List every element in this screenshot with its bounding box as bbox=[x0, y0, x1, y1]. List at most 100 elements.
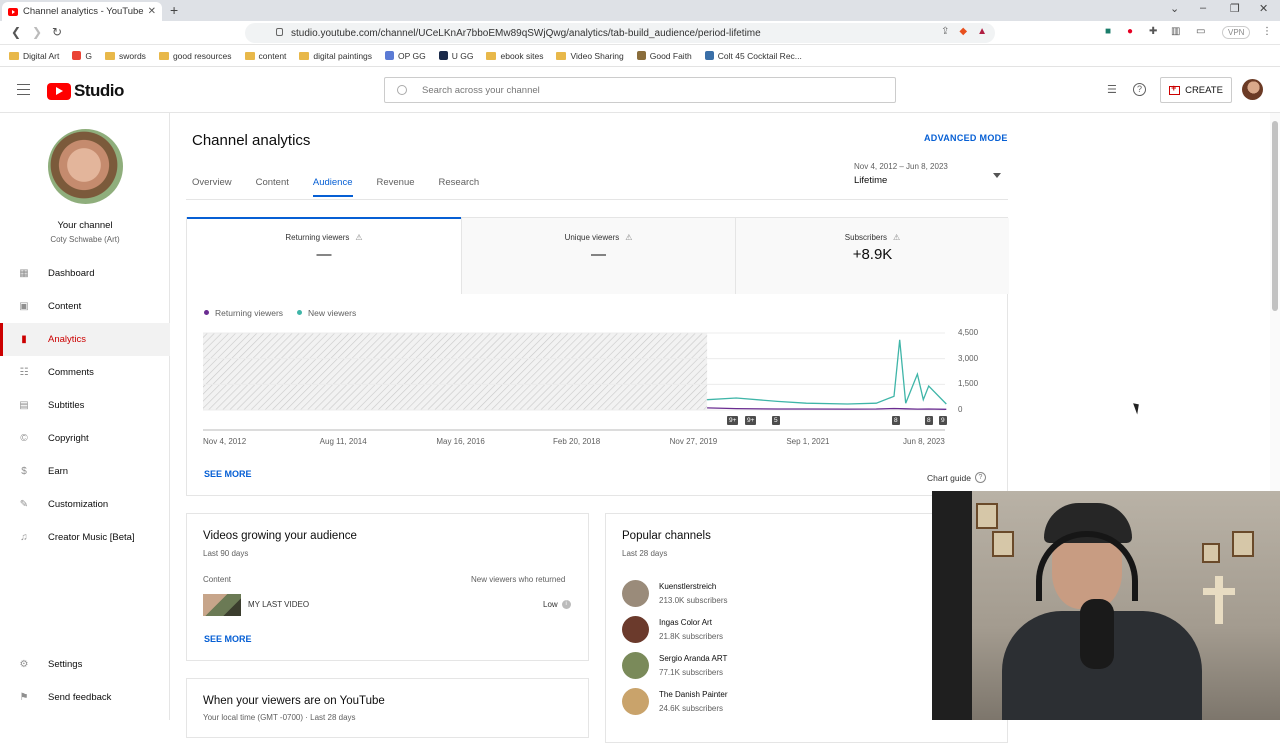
sidebar-item-customization[interactable]: ✎ Customization bbox=[0, 488, 170, 521]
channel-avatar[interactable] bbox=[48, 129, 123, 204]
bookmark-item[interactable]: G bbox=[72, 51, 92, 61]
bookmark-item[interactable]: U GG bbox=[438, 51, 473, 61]
tab-audience[interactable]: Audience bbox=[312, 177, 353, 197]
sidebar-item-send-feedback[interactable]: ⚑ Send feedback bbox=[0, 681, 170, 714]
tab-close-icon[interactable]: ✕ bbox=[148, 6, 156, 17]
back-icon[interactable]: ❮ bbox=[11, 25, 21, 39]
chart-video-marker[interactable]: 9+ bbox=[745, 416, 757, 425]
help-icon[interactable]: ? bbox=[1133, 83, 1146, 96]
sidebar-item-label: Creator Music [Beta] bbox=[48, 532, 135, 543]
forward-icon[interactable]: ❯ bbox=[32, 25, 42, 39]
chevron-down-icon[interactable]: ⌄ bbox=[1170, 2, 1179, 15]
studio-logo-text: Studio bbox=[74, 81, 124, 100]
menu-icon[interactable]: ⋮ bbox=[1262, 26, 1272, 37]
restore-icon[interactable]: ❐ bbox=[1230, 2, 1240, 15]
bookmark-item[interactable]: ebook sites bbox=[486, 51, 543, 61]
chart-video-marker[interactable]: 5 bbox=[772, 416, 780, 425]
vpn-button[interactable]: VPN bbox=[1222, 26, 1251, 39]
chart-guide-link[interactable]: Chart guide ? bbox=[927, 472, 986, 483]
channel-avatar bbox=[622, 688, 649, 715]
sidebar-item-settings[interactable]: ⚙ Settings bbox=[0, 648, 170, 681]
chart-x-tick-label: Nov 4, 2012 bbox=[203, 437, 247, 446]
comments-icon: ☷ bbox=[19, 367, 29, 378]
legend-item-returning[interactable]: Returning viewers bbox=[204, 308, 283, 318]
channel-name: The Danish Painter bbox=[659, 690, 728, 699]
bookmark-item[interactable]: Digital Art bbox=[9, 51, 59, 61]
page-title: Channel analytics bbox=[192, 132, 311, 149]
info-icon[interactable]: i bbox=[561, 600, 571, 609]
audience-line-chart[interactable] bbox=[200, 326, 960, 436]
metric-returning-viewers[interactable]: Returning viewers ⚠ — bbox=[187, 217, 461, 294]
bookmark-item[interactable]: OP GG bbox=[385, 51, 426, 61]
video-title[interactable]: MY LAST VIDEO bbox=[248, 600, 309, 609]
column-header-content: Content bbox=[203, 575, 232, 584]
share-icon[interactable]: ⇪ bbox=[941, 26, 949, 37]
wallet-icon[interactable]: ▭ bbox=[1196, 26, 1205, 37]
metric-subscribers[interactable]: Subscribers ⚠ +8.9K bbox=[735, 218, 1009, 294]
sidebar-item-earn[interactable]: $ Earn bbox=[0, 455, 170, 488]
metric-unique-viewers[interactable]: Unique viewers ⚠ — bbox=[461, 218, 735, 294]
brave-rewards-icon[interactable]: ▲ bbox=[977, 26, 987, 37]
advanced-mode-link[interactable]: ADVANCED MODE bbox=[924, 133, 1008, 143]
tab-content[interactable]: Content bbox=[256, 177, 289, 197]
minimize-icon[interactable]: – bbox=[1200, 2, 1206, 14]
video-thumbnail[interactable] bbox=[203, 594, 241, 616]
webcam-wall-frame bbox=[976, 503, 998, 529]
bookmark-item[interactable]: Good Faith bbox=[636, 51, 692, 61]
account-avatar[interactable] bbox=[1242, 79, 1263, 100]
hamburger-menu-icon[interactable] bbox=[17, 84, 30, 95]
legend-label: Returning viewers bbox=[215, 308, 284, 318]
legend-item-new[interactable]: New viewers bbox=[297, 308, 356, 318]
chart-video-marker[interactable]: 8 bbox=[925, 416, 933, 425]
sidebar-item-label: Copyright bbox=[48, 433, 89, 444]
video-metric-value: Low i bbox=[543, 600, 571, 609]
studio-logo[interactable]: Studio bbox=[47, 81, 124, 101]
puzzle-icon[interactable]: ✚ bbox=[1149, 26, 1157, 37]
brave-shield-icon[interactable]: ◆ bbox=[959, 26, 967, 37]
window-close-icon[interactable]: ✕ bbox=[1259, 2, 1268, 15]
tab-revenue[interactable]: Revenue bbox=[377, 177, 415, 197]
bookmark-item[interactable]: swords bbox=[105, 51, 146, 61]
search-input[interactable]: Search across your channel bbox=[384, 77, 896, 103]
see-more-link[interactable]: SEE MORE bbox=[204, 634, 252, 644]
youtube-favicon-icon bbox=[8, 7, 18, 16]
sidebar-item-comments[interactable]: ☷ Comments bbox=[0, 356, 170, 389]
viewers-on-youtube-card bbox=[186, 678, 589, 738]
sidebar-item-copyright[interactable]: © Copyright bbox=[0, 422, 170, 455]
bookmark-item[interactable]: good resources bbox=[158, 51, 232, 61]
sidebar-item-content[interactable]: ▣ Content bbox=[0, 290, 170, 323]
bookmark-item[interactable]: digital paintings bbox=[299, 51, 372, 61]
chart-video-marker[interactable]: 9+ bbox=[727, 416, 739, 425]
feedback-icon[interactable]: ☰ bbox=[1107, 83, 1120, 96]
metric-value: — bbox=[316, 246, 332, 263]
sidebar-icon[interactable]: ▥ bbox=[1171, 26, 1180, 37]
chart-video-marker[interactable]: 8 bbox=[892, 416, 900, 425]
scrollbar-thumb[interactable] bbox=[1272, 121, 1278, 311]
mouse-cursor-icon bbox=[1133, 401, 1142, 415]
bookmark-item[interactable]: content bbox=[244, 51, 286, 61]
browser-tab[interactable]: Channel analytics - YouTube Studi ✕ bbox=[2, 2, 162, 21]
sidebar-item-subtitles[interactable]: ▤ Subtitles bbox=[0, 389, 170, 422]
address-bar[interactable]: studio.youtube.com/channel/UCeLKnAr7bboE… bbox=[245, 23, 995, 43]
sidebar: Your channel Coty Schwabe (Art) ▦ Dashboa… bbox=[0, 113, 170, 720]
reload-icon[interactable]: ↻ bbox=[52, 25, 62, 39]
extension-icon[interactable]: ■ bbox=[1105, 26, 1111, 37]
see-more-link[interactable]: SEE MORE bbox=[204, 469, 252, 479]
bookmark-item[interactable]: Colt 45 Cocktail Rec... bbox=[704, 51, 802, 61]
sidebar-item-analytics[interactable]: ▮ Analytics bbox=[0, 323, 170, 356]
create-button[interactable]: CREATE bbox=[1160, 77, 1232, 103]
chart-x-tick-label: Nov 27, 2019 bbox=[669, 437, 718, 446]
card-title: Videos growing your audience bbox=[203, 530, 357, 542]
sidebar-item-dashboard[interactable]: ▦ Dashboard bbox=[0, 257, 170, 290]
tab-research[interactable]: Research bbox=[439, 177, 480, 197]
tab-overview[interactable]: Overview bbox=[192, 177, 232, 197]
chart-legend: Returning viewers New viewers bbox=[204, 308, 356, 318]
new-tab-icon[interactable]: + bbox=[170, 2, 178, 18]
date-range-label: Lifetime bbox=[854, 175, 888, 186]
channel-name: Kuenstlerstreich bbox=[659, 582, 717, 591]
chart-x-tick-label: Jun 8, 2023 bbox=[903, 437, 945, 446]
chart-video-marker[interactable]: 9 bbox=[939, 416, 947, 425]
pinterest-icon[interactable]: ● bbox=[1127, 26, 1133, 37]
sidebar-item-creator-music[interactable]: ♫ Creator Music [Beta] bbox=[0, 521, 170, 554]
bookmark-item[interactable]: Video Sharing bbox=[556, 51, 624, 61]
